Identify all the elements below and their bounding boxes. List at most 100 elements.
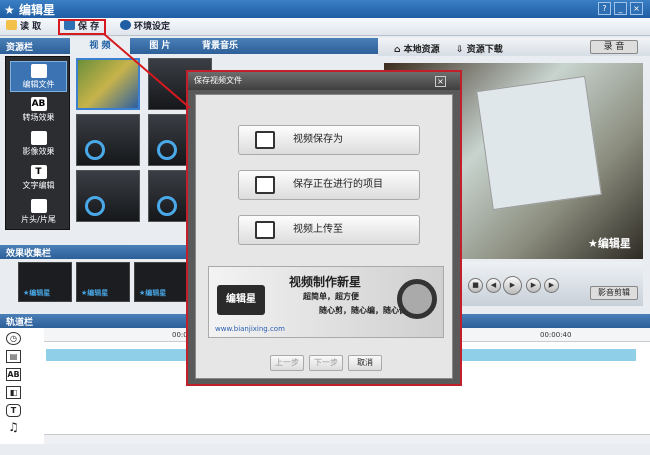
- effect-watermark: ★编辑星: [139, 289, 167, 297]
- transition-track-icon: AB: [6, 368, 21, 381]
- library-panel: 编辑文件 AB 转场效果 影像效果 T 文字编辑 片头/片尾: [5, 56, 70, 230]
- resource-bar: 资源栏 视 频 图 片 背景音乐: [0, 38, 378, 54]
- video-thumb[interactable]: [76, 170, 140, 222]
- lib-effect[interactable]: 影像效果: [10, 129, 67, 160]
- disk-icon: [255, 131, 275, 149]
- text-icon: T: [30, 165, 47, 179]
- ruler-mark: 00:00:40: [540, 331, 572, 339]
- timeline-scrollbar[interactable]: [44, 434, 650, 444]
- effect-watermark: ★编辑星: [81, 289, 109, 297]
- banner-logo-text: 编辑星: [226, 294, 256, 305]
- reel-icon: [157, 196, 177, 216]
- preview-watermark-text: 编辑星: [597, 237, 631, 250]
- prev-step-label: 上一步: [275, 358, 299, 367]
- tab-image[interactable]: 图 片: [140, 38, 180, 54]
- dialog-title: 保存视频文件: [194, 76, 242, 85]
- save-video-as-label: 视频保存为: [293, 134, 343, 145]
- tab-music[interactable]: 背景音乐: [190, 38, 250, 54]
- settings-label: 环境设定: [134, 22, 171, 32]
- close-button[interactable]: ×: [630, 2, 643, 15]
- record-button[interactable]: 录 音: [590, 40, 638, 54]
- folder-icon: [6, 20, 17, 30]
- effect-item[interactable]: ★编辑星: [76, 262, 130, 302]
- save-video-as-button[interactable]: 视频保存为: [238, 125, 420, 155]
- film-icon: [255, 176, 275, 194]
- effect-watermark: ★编辑星: [23, 289, 51, 297]
- effects-title: 效果收集栏: [6, 249, 52, 259]
- upload-icon: [255, 221, 275, 239]
- full-edit-button[interactable]: 影音剪辑: [590, 286, 638, 300]
- tab-music-label: 背景音乐: [201, 41, 238, 51]
- import-menu[interactable]: 读 取: [6, 20, 41, 34]
- music-track-icon: ♫: [6, 421, 21, 435]
- effect-item[interactable]: ★编辑星: [18, 262, 72, 302]
- preview-frame: [476, 75, 602, 211]
- tab-video-label: 视 频: [89, 41, 111, 51]
- film-icon: [30, 64, 47, 78]
- upload-video-button[interactable]: 视频上传至: [238, 215, 420, 245]
- banner-line: 超简单，超方便: [303, 292, 359, 301]
- app-title-text: 编辑星: [18, 3, 55, 17]
- settings-icon: [120, 20, 131, 30]
- video-thumb[interactable]: [76, 114, 140, 166]
- prev-button[interactable]: ◀: [486, 278, 501, 293]
- video-track-icon: ▤: [6, 350, 21, 363]
- lib-transition[interactable]: AB 转场效果: [10, 95, 67, 126]
- next-step-button[interactable]: 下一步: [309, 355, 343, 371]
- lib-text[interactable]: T 文字编辑: [10, 163, 67, 194]
- local-resource[interactable]: ⌂ 本地资源: [394, 42, 440, 55]
- cancel-label: 取消: [357, 358, 373, 367]
- effect-track-icon: ◧: [6, 386, 21, 399]
- import-label: 读 取: [20, 22, 42, 32]
- end-button[interactable]: ▶: [544, 278, 559, 293]
- dialog-close-button[interactable]: ×: [435, 76, 446, 87]
- reel-icon: [85, 140, 105, 160]
- ab-icon: AB: [30, 97, 47, 111]
- lib-transition-label: 转场效果: [22, 113, 55, 122]
- save-highlight: [58, 19, 106, 35]
- app-title: ★ 编辑星: [4, 3, 55, 17]
- track-title: 轨道栏: [6, 318, 34, 328]
- dialog-body: 视频保存为 保存正在进行的项目 视频上传至 编辑星 视频制作新星 超简单，超方便…: [195, 94, 453, 379]
- lib-edit-file-label: 编辑文件: [22, 80, 55, 89]
- preview-watermark: ★编辑星: [588, 237, 631, 250]
- tab-video[interactable]: 视 频: [70, 38, 130, 54]
- text-track-icon: T: [6, 404, 21, 417]
- next-step-label: 下一步: [314, 358, 338, 367]
- film-reel-icon: [397, 279, 437, 319]
- resource-download-label: 资源下载: [466, 45, 503, 55]
- stop-button[interactable]: ■: [468, 278, 483, 293]
- video-thumb[interactable]: [76, 58, 140, 110]
- settings-menu[interactable]: 环境设定: [120, 20, 170, 34]
- resource-title: 资源栏: [6, 43, 34, 53]
- minimize-button[interactable]: _: [614, 2, 627, 15]
- effect-item[interactable]: ★编辑星: [134, 262, 188, 302]
- dialog-header: 保存视频文件: [188, 72, 460, 90]
- lib-intro-label: 片头/片尾: [21, 215, 56, 224]
- play-button[interactable]: ▶: [503, 276, 522, 295]
- banner-heading: 视频制作新星: [289, 275, 362, 289]
- reel-icon: [85, 196, 105, 216]
- prev-step-button[interactable]: 上一步: [270, 355, 304, 371]
- next-button[interactable]: ▶: [526, 278, 541, 293]
- lib-text-label: 文字编辑: [22, 181, 55, 190]
- save-project-button[interactable]: 保存正在进行的项目: [238, 170, 420, 200]
- tab-image-label: 图 片: [149, 41, 171, 51]
- reel-icon: [157, 140, 177, 160]
- resource-download[interactable]: ⇩ 资源下载: [456, 42, 503, 55]
- save-dialog: 保存视频文件 × 视频保存为 保存正在进行的项目 视频上传至 编辑星 视频制作新…: [186, 70, 462, 386]
- lib-intro[interactable]: 片头/片尾: [10, 197, 67, 228]
- lib-edit-file[interactable]: 编辑文件: [10, 61, 67, 92]
- save-project-label: 保存正在进行的项目: [293, 179, 383, 190]
- clock-icon: ◷: [6, 332, 21, 345]
- upload-video-label: 视频上传至: [293, 224, 343, 235]
- title-bar: ★ 编辑星 ? _ ×: [0, 0, 650, 18]
- help-button[interactable]: ?: [598, 2, 611, 15]
- preview-toolbar: ⌂ 本地资源 ⇩ 资源下载 录 音: [378, 38, 650, 56]
- banner-line: 随心剪，随心编，随心做: [319, 306, 407, 315]
- banner-url: www.bianjixing.com: [215, 325, 285, 333]
- home-icon: ⌂: [394, 45, 404, 55]
- cancel-button[interactable]: 取消: [348, 355, 382, 371]
- local-resource-label: 本地资源: [403, 45, 440, 55]
- full-edit-label: 影音剪辑: [598, 288, 630, 297]
